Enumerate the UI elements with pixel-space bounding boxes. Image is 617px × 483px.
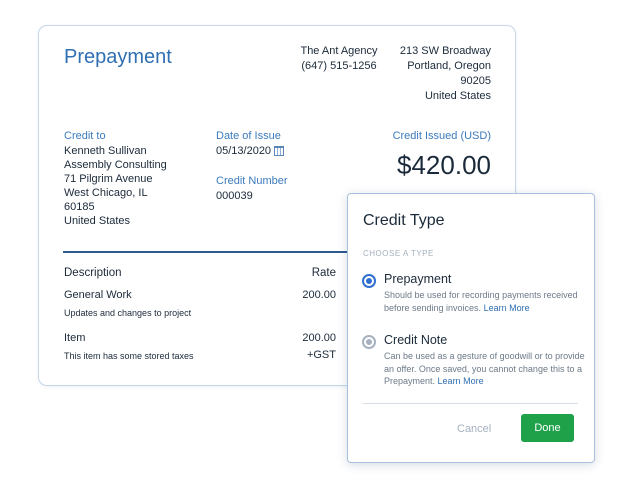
line-detail: Updates and changes to project [64, 308, 192, 318]
learn-more-link[interactable]: Learn More [484, 303, 530, 313]
option-description: Should be used for recording payments re… [384, 289, 594, 314]
option-desc-text: Should be used for recording payments re… [384, 290, 578, 313]
credit-issued-label: Credit Issued (USD) [392, 130, 491, 142]
agency-address: 213 SW Broadway Portland, Oregon 90205 U… [389, 44, 491, 104]
description-header: Description [64, 267, 122, 279]
cancel-button[interactable]: Cancel [457, 423, 491, 435]
date-of-issue-field[interactable]: 05/13/2020 [216, 144, 285, 158]
table-row: General Work 200.00 Updates and changes … [64, 288, 336, 320]
radio-selected-icon[interactable] [362, 274, 376, 288]
modal-title: Credit Type [363, 212, 445, 229]
rate-header: Rate [311, 267, 336, 279]
line-rate: 200.00 [302, 289, 336, 301]
credit-amount: $420.00 [397, 150, 491, 180]
credit-type-modal: Credit Type CHOOSE A TYPE Prepayment Sho… [347, 193, 595, 463]
address-line: Portland, Oregon [407, 60, 491, 72]
agency-phone: (647) 515-1256 [301, 60, 377, 72]
line-detail: This item has some stored taxes [64, 351, 194, 361]
client-line: Assembly Consulting [64, 159, 167, 171]
address-line: 90205 [460, 75, 491, 87]
client-line: 71 Pilgrim Avenue [64, 173, 153, 185]
modal-divider [363, 403, 578, 404]
radio-unselected-icon[interactable] [362, 335, 376, 349]
line-rate: 200.00 [302, 332, 336, 344]
client-line: Kenneth Sullivan [64, 145, 147, 157]
credit-to-block: Credit to Kenneth Sullivan Assembly Cons… [64, 129, 167, 228]
done-button[interactable]: Done [521, 414, 574, 442]
credit-number-block: Credit Number 000039 [216, 174, 288, 203]
agency-info: The Ant Agency (647) 515-1256 [299, 44, 379, 74]
option-description: Can be used as a gesture of goodwill or … [384, 350, 594, 388]
table-row: Item 200.00 This item has some stored ta… [64, 331, 336, 363]
client-line: West Chicago, IL [64, 187, 148, 199]
date-of-issue-block: Date of Issue 05/13/2020 [216, 129, 285, 158]
credit-to-label: Credit to [64, 130, 106, 142]
document-title: Prepayment [64, 46, 172, 68]
credit-issued-block: Credit Issued (USD) $420.00 [329, 129, 491, 181]
option-desc-text: Can be used as a gesture of goodwill or … [384, 351, 585, 386]
learn-more-link[interactable]: Learn More [438, 376, 484, 386]
date-of-issue-label: Date of Issue [216, 130, 281, 142]
credit-number-label: Credit Number [216, 175, 288, 187]
credit-number-value: 000039 [216, 190, 253, 202]
client-line: United States [64, 215, 131, 227]
address-line: United States [424, 90, 491, 102]
line-description: Item [64, 332, 86, 344]
agency-name: The Ant Agency [300, 45, 378, 57]
option-title: Prepayment [384, 272, 452, 286]
date-of-issue-value: 05/13/2020 [216, 145, 272, 157]
client-line: 60185 [64, 201, 95, 213]
address-line: 213 SW Broadway [399, 45, 491, 57]
calendar-icon[interactable] [274, 146, 285, 156]
option-title: Credit Note [384, 333, 448, 347]
modal-caption: CHOOSE A TYPE [363, 249, 434, 258]
line-tax: +GST [306, 349, 336, 361]
table-header: Description Rate [64, 266, 336, 280]
line-description: General Work [64, 289, 132, 301]
